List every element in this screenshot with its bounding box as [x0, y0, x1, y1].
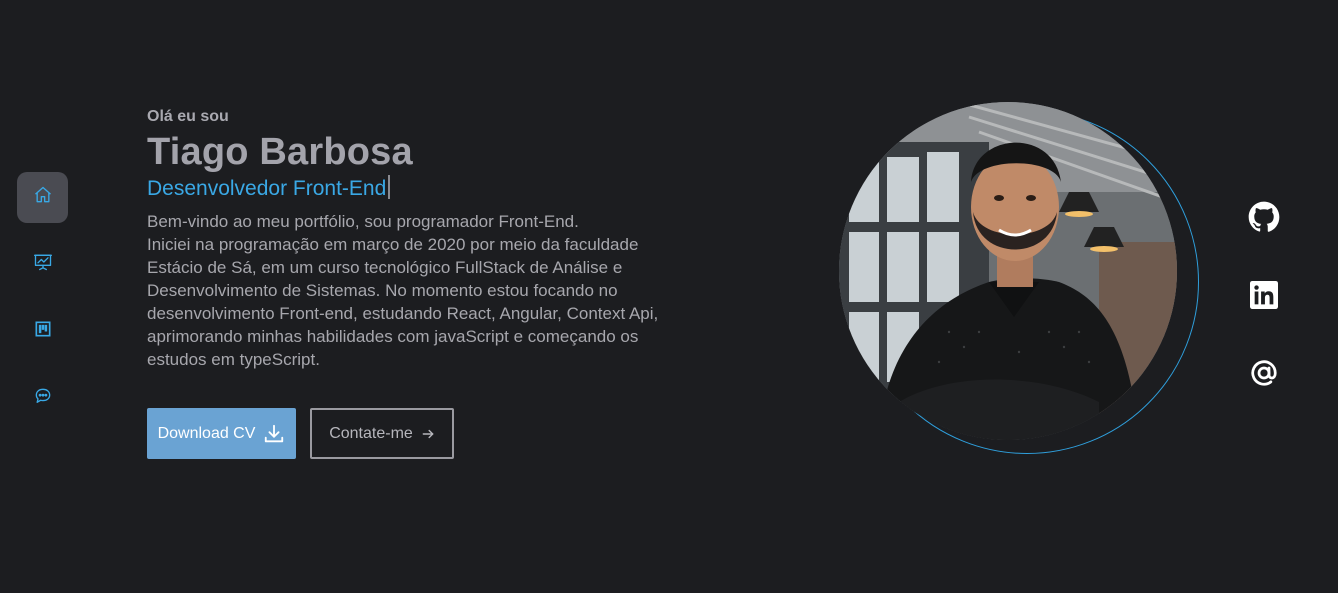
avatar — [839, 102, 1177, 440]
email-link[interactable] — [1247, 358, 1281, 392]
bio-line: aprimorando minhas habilidades com javaS… — [147, 327, 639, 346]
bio-line: Iniciei na programação em março de 2020 … — [147, 235, 639, 254]
portfolio-page: Olá eu sou Tiago Barbosa Desenvolvedor F… — [0, 0, 1338, 593]
download-cv-label: Download CV — [157, 424, 256, 442]
chat-icon — [33, 386, 53, 411]
contact-button[interactable]: Contate-me — [310, 408, 454, 459]
bio-line: Desenvolvimento de Sistemas. No momento … — [147, 281, 618, 300]
bio-line: Bem-vindo ao meu portfólio, sou programa… — [147, 212, 579, 231]
nav-item-portfolio[interactable] — [17, 306, 68, 357]
linkedin-icon — [1250, 280, 1278, 314]
home-icon — [33, 185, 53, 210]
page-title: Tiago Barbosa — [147, 131, 413, 173]
role-text: Desenvolvedor Front-End — [147, 177, 387, 200]
presentation-icon — [33, 252, 53, 277]
download-cv-button[interactable]: Download CV — [147, 408, 296, 459]
bio-paragraph: Bem-vindo ao meu portfólio, sou programa… — [147, 210, 707, 371]
side-nav — [17, 172, 68, 440]
kanban-icon — [33, 319, 53, 344]
bio-line: Estácio de Sá, em um curso tecnológico F… — [147, 258, 623, 277]
bio-line: desenvolvimento Front-end, estudando Rea… — [147, 304, 659, 323]
hero-section: Olá eu sou Tiago Barbosa Desenvolvedor F… — [147, 108, 707, 371]
arrow-right-icon — [421, 427, 435, 441]
role-subtitle: Desenvolvedor Front-End — [147, 174, 707, 204]
github-icon — [1248, 201, 1280, 238]
github-link[interactable] — [1247, 201, 1281, 238]
contact-label: Contate-me — [329, 424, 413, 442]
linkedin-link[interactable] — [1247, 280, 1281, 314]
nav-item-contact[interactable] — [17, 373, 68, 424]
bio-line: estudos em typeScript. — [147, 350, 320, 369]
nav-item-projects[interactable] — [17, 239, 68, 290]
social-links — [1247, 201, 1281, 436]
download-icon — [263, 423, 285, 445]
profile-photo-frame — [839, 102, 1201, 464]
typing-caret — [388, 175, 391, 199]
profile-photo — [839, 102, 1177, 440]
greeting-text: Olá eu sou — [147, 108, 229, 125]
hero-actions: Download CV Contate-me — [147, 408, 454, 459]
at-sign-icon — [1249, 358, 1279, 393]
nav-item-home[interactable] — [17, 172, 68, 223]
